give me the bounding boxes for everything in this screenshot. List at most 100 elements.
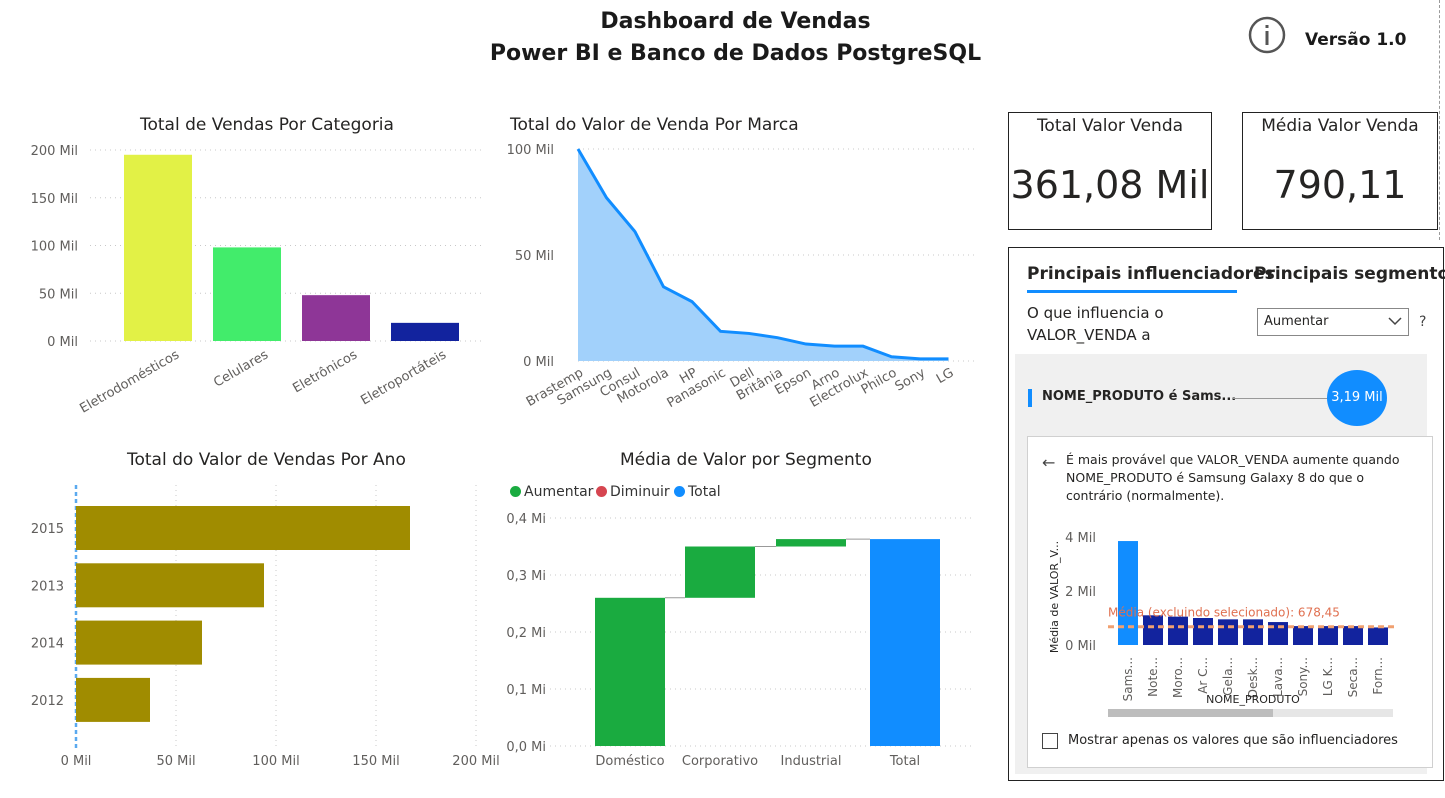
influencer-detail-card: ← É mais provável que VALOR_VENDA aument…: [1027, 436, 1433, 768]
x-tick-label: LG: [934, 365, 957, 387]
bar-produto-1: [1143, 615, 1163, 645]
chart-produto: 0 Mil 2 Mil 4 Mil Média de VALOR_V... Sams..…: [1048, 531, 1396, 717]
info-icon[interactable]: [1248, 16, 1286, 54]
x-tick-label: 100 Mil: [252, 754, 299, 769]
bar-produto-2: [1168, 616, 1188, 645]
x-axis-label: NOME_PRODUTO: [1206, 693, 1300, 706]
legend-label-aumentar: Aumentar: [524, 484, 594, 500]
bar-eletroportáteis: [391, 322, 459, 341]
bar-2013: [76, 563, 264, 608]
bar-2015: [76, 506, 410, 550]
influencer-detail-text: É mais provável que VALOR_VENDA aumente …: [1066, 452, 1400, 503]
direction-dropdown[interactable]: Aumentar: [1257, 308, 1409, 336]
x-tick-label: Forn...: [1371, 657, 1385, 695]
x-tick-label: Note...: [1146, 657, 1160, 697]
bar-produto-10: [1368, 627, 1388, 645]
legend-label-diminuir: Diminuir: [610, 484, 670, 500]
y-tick-label: 2 Mil: [1065, 585, 1096, 600]
page-divider: [1439, 0, 1440, 240]
bar-2014: [76, 620, 202, 665]
bar-produto-9: [1343, 626, 1363, 645]
y-tick-label: 50 Mil: [515, 249, 554, 264]
direction-dropdown-value: Aumentar: [1264, 314, 1329, 329]
card-total-label: Total Valor Venda: [1036, 116, 1184, 136]
legend-item-aumentar: Aumentar: [510, 484, 593, 500]
checkbox-label: Mostrar apenas os valores que são influe…: [1068, 733, 1398, 748]
bar-produto-5: [1243, 619, 1263, 645]
tab-active-underline: [1027, 290, 1237, 293]
y-tick-label: 100 Mil: [31, 240, 78, 255]
y-tick-label: 200 Mil: [31, 144, 78, 159]
scrollbar-thumb: [1108, 709, 1273, 717]
y-tick-label: 150 Mil: [31, 192, 78, 207]
key-influencers-panel: Principais influenciadores Principais se…: [1008, 247, 1445, 781]
influencer-item-label[interactable]: NOME_PRODUTO é Sams...: [1042, 389, 1236, 404]
x-tick-label: Eletrônicos: [290, 347, 360, 396]
legend-item-total: Total: [674, 484, 721, 500]
card-media-value: 790,11: [1273, 163, 1407, 207]
influencer-question-line2: VALOR_VENDA a: [1027, 326, 1151, 344]
chart-segmento: 0,0 Mi 0,1 Mi 0,2 Mi 0,3 Mi 0,4 Mi Doméstico C…: [506, 512, 975, 769]
card-media-valor-venda: Média Valor Venda 790,11: [1242, 112, 1438, 230]
y-tick-label: 0,0 Mi: [506, 740, 546, 755]
card-media-label: Média Valor Venda: [1261, 116, 1419, 136]
y-tick-label: 0,3 Mi: [506, 569, 546, 584]
bar-produto-0: [1118, 541, 1138, 645]
y-tick-label: 2015: [31, 522, 64, 537]
chart-marca-title: Total do Valor de Venda Por Marca: [510, 115, 799, 135]
waterfall-bar-doméstico: [595, 597, 665, 746]
x-tick-label: Moro...: [1171, 657, 1185, 698]
chart-categoria: 0 Mil 50 Mil 100 Mil 150 Mil 200 Mil Eletrodo…: [31, 144, 485, 417]
chart-categoria-title: Total de Vendas Por Categoria: [140, 115, 394, 135]
influencer-list: NOME_PRODUTO é Sams... 3,19 Mil ← É mais…: [1015, 354, 1433, 774]
x-tick-label: Total: [889, 754, 920, 769]
tab-principais-segmentos[interactable]: Principais segmentos: [1254, 264, 1445, 284]
chart-ano: 0 Mil 50 Mil 100 Mil 150 Mil 200 Mil20152013…: [31, 485, 500, 769]
y-tick-label: 0 Mil: [47, 335, 78, 350]
y-tick-label: 0,1 Mi: [506, 683, 546, 698]
x-tick-label: 50 Mil: [156, 754, 195, 769]
x-tick-label: Sony: [893, 365, 929, 394]
x-tick-label: Eletroportáteis: [358, 347, 449, 408]
influencer-bubble[interactable]: 3,19 Mil: [1327, 370, 1387, 426]
waterfall-bar-corporativo: [685, 546, 755, 598]
x-tick-label: Ar C...: [1196, 657, 1210, 694]
y-tick-label: 0,4 Mi: [506, 512, 546, 527]
y-tick-label: 100 Mil: [507, 143, 554, 158]
page-title: Dashboard de Vendas Power BI e Banco de …: [0, 6, 1445, 70]
bar-eletrônicos: [302, 295, 370, 341]
influencer-selected-marker: [1028, 389, 1032, 407]
chart-segmento-title: Média de Valor por Segmento: [620, 450, 872, 470]
checkbox-icon[interactable]: [1042, 733, 1058, 749]
y-tick-label: 2013: [31, 579, 64, 594]
bar-2012: [76, 677, 150, 722]
bar-produto-3: [1193, 618, 1213, 645]
x-tick-label: LG K...: [1321, 657, 1335, 696]
tab-principais-influenciadores[interactable]: Principais influenciadores: [1027, 264, 1275, 284]
x-tick-label: Seca...: [1346, 657, 1360, 697]
page-title-line1: Dashboard de Vendas: [600, 9, 871, 34]
card-total-value: 361,08 Mil: [1010, 163, 1210, 207]
x-tick-label: 0 Mil: [61, 754, 92, 769]
waterfall-bar-total: [870, 539, 940, 746]
x-tick-label: Sams...: [1121, 657, 1135, 701]
bar-produto-8: [1318, 626, 1338, 645]
help-icon[interactable]: ?: [1419, 314, 1426, 330]
y-tick-label: 0,2 Mi: [506, 626, 546, 641]
waterfall-bar-industrial: [776, 539, 846, 547]
influencer-question-line1: O que influencia o: [1027, 304, 1164, 322]
page-title-line2: Power BI e Banco de Dados PostgreSQL: [489, 41, 982, 66]
y-tick-label: 0 Mil: [1065, 639, 1096, 654]
bar-produto-7: [1293, 626, 1313, 645]
back-arrow-icon[interactable]: ←: [1042, 453, 1055, 472]
x-tick-label: Sony...: [1296, 657, 1310, 696]
y-tick-label: 4 Mil: [1065, 531, 1096, 546]
legend-label-total: Total: [688, 484, 721, 500]
x-tick-label: Industrial: [781, 754, 842, 769]
x-tick-label: Lava...: [1271, 657, 1285, 697]
x-tick-label: Doméstico: [595, 754, 664, 769]
chart-ano-title: Total do Valor de Vendas Por Ano: [127, 450, 406, 470]
y-tick-label: 2012: [31, 694, 64, 709]
x-tick-label: Gela...: [1221, 657, 1235, 696]
x-tick-label: Celulares: [211, 347, 271, 390]
